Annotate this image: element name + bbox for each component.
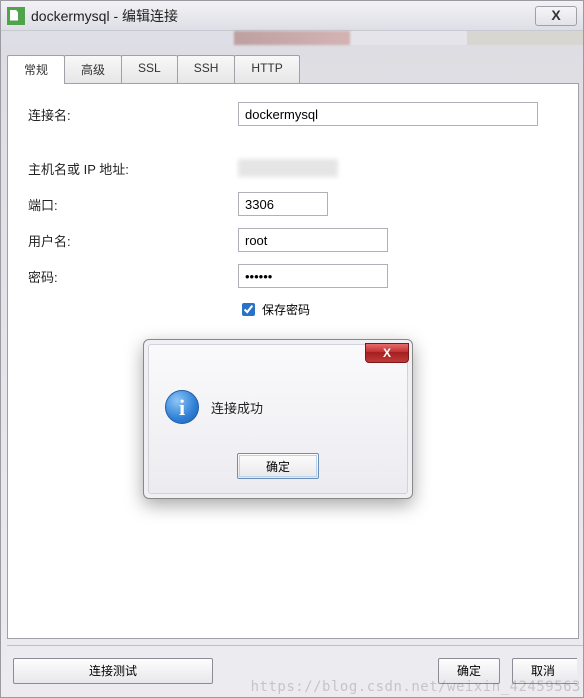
edit-connection-window: dockermysql - 编辑连接 X 常规 高级 SSL SSH HTTP … [0, 0, 584, 698]
dialog-close-button[interactable]: X [365, 343, 409, 363]
connection-name-input[interactable] [238, 102, 538, 126]
password-input[interactable] [238, 264, 388, 288]
username-label: 用户名: [28, 231, 238, 250]
save-password-checkbox[interactable] [242, 303, 255, 316]
host-label: 主机名或 IP 地址: [28, 159, 238, 178]
tab-http[interactable]: HTTP [234, 55, 299, 83]
info-icon: i [165, 390, 199, 424]
dialog-message: 连接成功 [211, 398, 263, 417]
tab-advanced[interactable]: 高级 [64, 55, 122, 83]
window-close-button[interactable]: X [535, 6, 577, 26]
tab-ssh[interactable]: SSH [177, 55, 236, 83]
tab-general[interactable]: 常规 [7, 55, 65, 83]
app-icon [7, 7, 25, 25]
save-password-label: 保存密码 [262, 301, 310, 318]
window-title: dockermysql - 编辑连接 [31, 6, 178, 26]
watermark-text: https://blog.csdn.net/weixin_42459563 [251, 679, 581, 695]
password-label: 密码: [28, 267, 238, 286]
connection-name-label: 连接名: [28, 105, 238, 124]
dialog-ok-button[interactable]: 确定 [237, 453, 319, 479]
port-label: 端口: [28, 195, 238, 214]
test-connection-button[interactable]: 连接测试 [13, 658, 213, 684]
host-value-redacted [238, 159, 338, 177]
tab-bar: 常规 高级 SSL SSH HTTP [7, 55, 579, 83]
window-titlebar: dockermysql - 编辑连接 X [1, 1, 583, 31]
port-input[interactable] [238, 192, 328, 216]
tab-ssl[interactable]: SSL [121, 55, 178, 83]
message-dialog: X i 连接成功 确定 [143, 339, 413, 499]
username-input[interactable] [238, 228, 388, 252]
behind-window-blur [1, 31, 583, 45]
